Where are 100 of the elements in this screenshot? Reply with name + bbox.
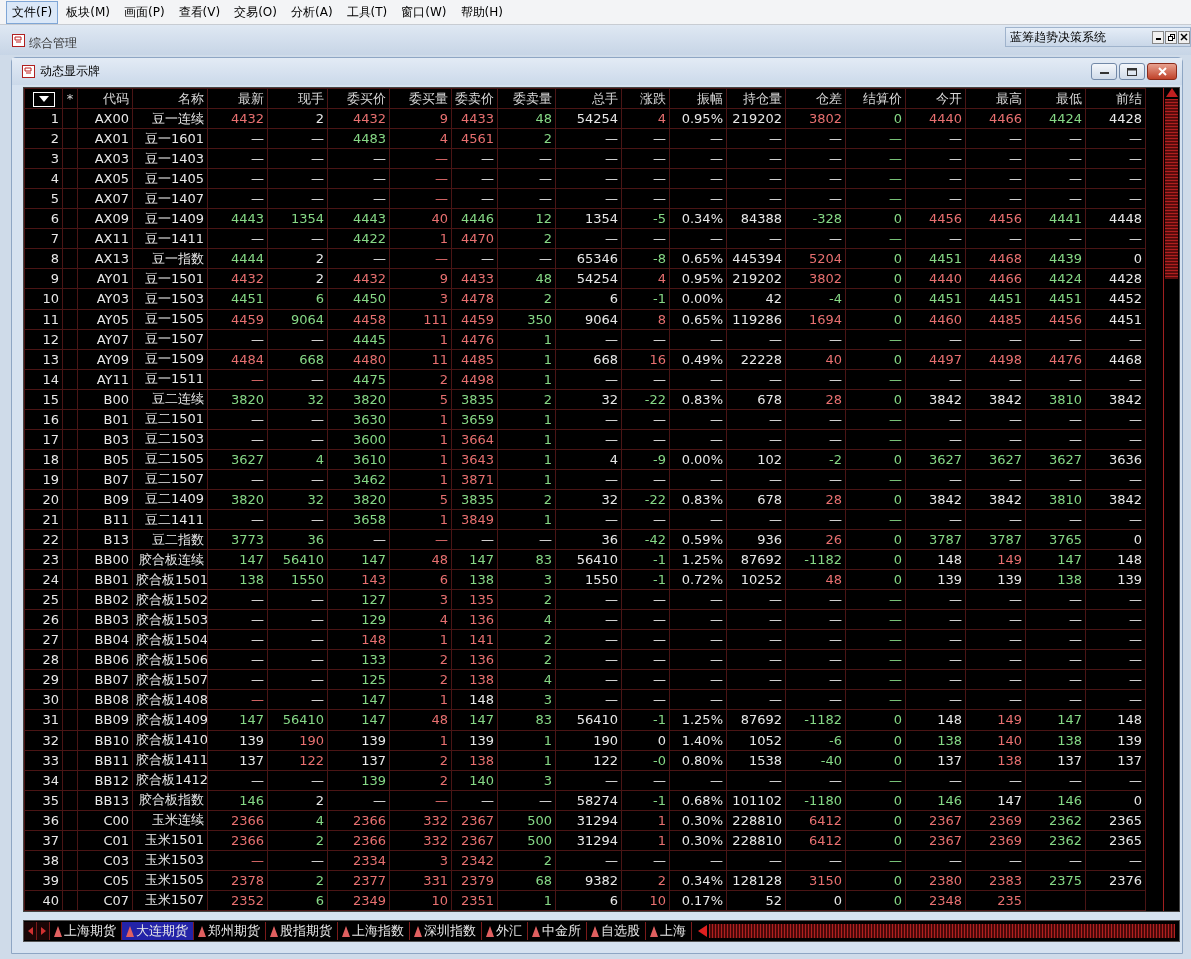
row-number: 13 — [24, 349, 63, 370]
column-header[interactable]: * — [62, 88, 78, 109]
table-cell: — — [267, 148, 328, 169]
table-cell: 3820 — [327, 389, 390, 410]
scroll-track[interactable] — [709, 924, 1175, 938]
maximize-button[interactable] — [1119, 63, 1145, 80]
minimize-button[interactable] — [1091, 63, 1117, 80]
table-cell: 147 — [965, 790, 1026, 811]
table-cell: — — [389, 248, 452, 269]
column-header[interactable]: 持仓量 — [726, 88, 786, 109]
table-cell: — — [905, 168, 966, 189]
column-header[interactable]: 总手 — [555, 88, 622, 109]
table-cell: — — [555, 609, 622, 630]
scroll-up-icon[interactable] — [1165, 88, 1178, 97]
column-header[interactable]: 委卖量 — [497, 88, 556, 109]
table-cell: 4440 — [905, 268, 966, 289]
table-cell: 1550 — [555, 569, 622, 590]
table-cell: 32 — [267, 389, 328, 410]
table-cell: — — [669, 168, 727, 189]
table-cell: 3636 — [1085, 449, 1146, 470]
close-button[interactable] — [1178, 30, 1190, 44]
market-tab[interactable]: 上海 — [646, 922, 692, 940]
row-number: 1 — [24, 108, 63, 129]
column-header[interactable]: 委卖价 — [451, 88, 498, 109]
menu-item[interactable]: 分析(A) — [285, 0, 339, 24]
market-tab[interactable]: 郑州期货 — [194, 922, 266, 940]
table-cell: — — [1085, 629, 1146, 650]
left-arrow-icon[interactable] — [698, 925, 707, 937]
column-header[interactable]: 振幅 — [669, 88, 727, 109]
table-cell: 2 — [389, 770, 452, 791]
table-cell: 2348 — [905, 890, 966, 911]
table-cell: 4451 — [207, 288, 268, 309]
market-tab[interactable]: 外汇 — [482, 922, 528, 940]
column-header[interactable]: 最高 — [965, 88, 1026, 109]
table-cell: — — [905, 509, 966, 530]
menu-item[interactable]: 文件(F) — [6, 0, 59, 24]
table-cell: 2 — [497, 629, 556, 650]
column-header[interactable]: 结算价 — [845, 88, 906, 109]
scroll-right-button[interactable] — [37, 922, 50, 940]
menu-item[interactable]: 查看(V) — [172, 0, 227, 24]
table-cell: 0 — [1085, 248, 1146, 269]
scrollbar[interactable] — [1163, 88, 1179, 911]
menu-item[interactable]: 交易(O) — [228, 0, 283, 24]
table-cell: — — [669, 649, 727, 670]
table-cell: 3 — [389, 850, 452, 871]
menu-item[interactable]: 窗口(W) — [395, 0, 453, 24]
column-header[interactable]: 委买量 — [389, 88, 452, 109]
market-tab[interactable]: 上海指数 — [338, 922, 410, 940]
column-header[interactable]: 最低 — [1025, 88, 1086, 109]
table-cell: 36 — [267, 529, 328, 550]
table-cell: — — [785, 469, 846, 490]
table-cell: 胶合板指数 — [132, 790, 208, 811]
table-cell: — — [905, 669, 966, 690]
column-header[interactable]: 最新 — [207, 88, 268, 109]
table-cell: 2352 — [207, 890, 268, 911]
column-header[interactable]: 仓差 — [785, 88, 846, 109]
dropdown-button[interactable] — [32, 91, 55, 107]
table-cell: — — [905, 228, 966, 249]
table-cell: 豆一连续 — [132, 108, 208, 129]
column-header[interactable]: 现手 — [267, 88, 328, 109]
market-tab[interactable]: 自选股 — [587, 922, 646, 940]
menu-item[interactable]: 板块(M) — [60, 0, 116, 24]
table-cell: 3627 — [905, 449, 966, 470]
market-tab[interactable]: 股指期货 — [266, 922, 338, 940]
table-cell: 豆一1403 — [132, 148, 208, 169]
table-cell: 1 — [621, 810, 670, 831]
column-header[interactable]: 今开 — [905, 88, 966, 109]
table-cell: — — [621, 369, 670, 390]
column-header[interactable]: 前结 — [1085, 88, 1146, 109]
table-cell: — — [965, 689, 1026, 710]
market-tab[interactable]: 大连期货 — [122, 922, 194, 940]
table-cell: 6 — [267, 890, 328, 911]
menu-item[interactable]: 工具(T) — [340, 0, 394, 24]
close-button[interactable] — [1147, 63, 1177, 80]
scroll-left-button[interactable] — [24, 922, 37, 940]
menu-item[interactable]: 画面(P) — [118, 0, 171, 24]
scroll-thumb[interactable] — [1165, 99, 1178, 279]
menu-item[interactable]: 帮助(H) — [454, 0, 509, 24]
table-cell: 4432 — [207, 108, 268, 129]
column-header[interactable]: 涨跌 — [621, 88, 670, 109]
table-cell: 0 — [621, 730, 670, 751]
market-tab[interactable]: 中金所 — [528, 922, 587, 940]
table-cell: 0 — [845, 569, 906, 590]
table-cell: 228810 — [726, 810, 786, 831]
column-header[interactable]: 代码 — [77, 88, 133, 109]
table-cell: — — [207, 609, 268, 630]
table-cell: 147 — [207, 709, 268, 730]
table-cell: BB00 — [77, 549, 133, 570]
column-header[interactable]: 委买价 — [327, 88, 390, 109]
table-cell: — — [555, 689, 622, 710]
column-header[interactable]: 名称 — [132, 88, 208, 109]
table-cell: C00 — [77, 810, 133, 831]
table-cell: 52 — [726, 890, 786, 911]
table-cell: — — [785, 689, 846, 710]
market-tab[interactable]: 深圳指数 — [410, 922, 482, 940]
table-cell: 190 — [267, 730, 328, 751]
minimize-button[interactable] — [1152, 30, 1164, 44]
table-cell: 胶合板1409 — [132, 709, 208, 730]
table-cell: 0.95% — [669, 268, 727, 289]
restore-button[interactable] — [1165, 30, 1177, 44]
